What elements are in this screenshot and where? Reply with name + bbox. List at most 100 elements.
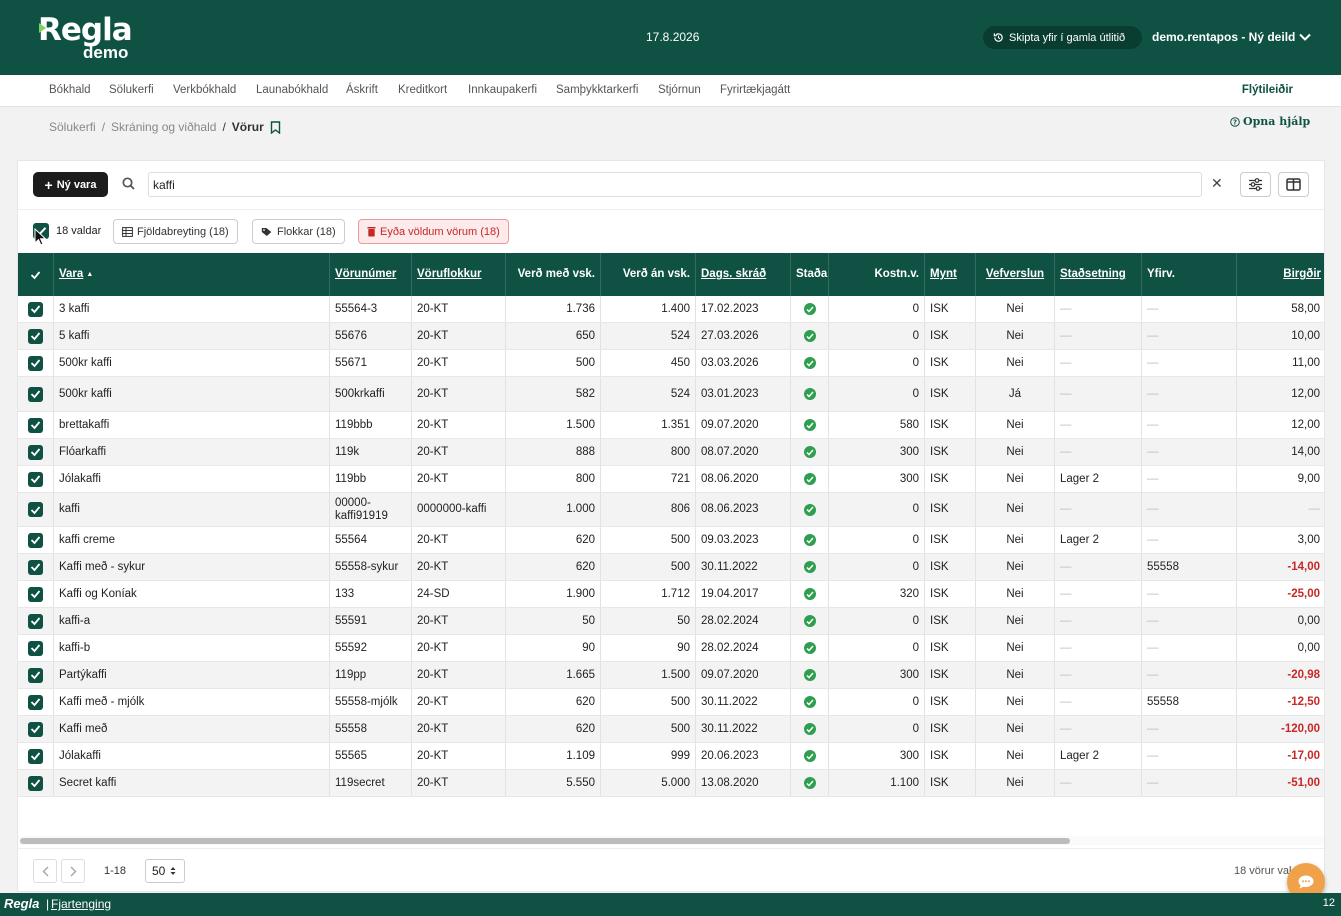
checkbox-checked[interactable] [28, 775, 43, 791]
cell-name[interactable]: Secret kaffi [54, 770, 330, 796]
table-row[interactable]: brettakaffi 119bbb 20-KT 1.500 1.351 09.07.20… [18, 412, 1324, 439]
column-header-price-vat[interactable]: Verð með vsk. [506, 253, 601, 296]
columns-toggle-button[interactable] [1278, 172, 1309, 197]
checkbox-checked[interactable] [28, 721, 43, 737]
checkbox-checked[interactable] [28, 301, 43, 317]
nav-item-verkbokhald[interactable]: Verkbókhald [173, 84, 236, 96]
cell-name[interactable]: brettakaffi [54, 412, 330, 438]
row-checkbox[interactable] [18, 412, 54, 438]
checkbox-checked[interactable] [28, 502, 43, 517]
cell-name[interactable]: kaffi creme [54, 527, 330, 553]
column-header-date[interactable]: Dags. skráð [696, 253, 791, 296]
checkbox-checked[interactable] [28, 417, 43, 433]
nav-item-samthykktarkerfi[interactable]: Samþykktarkerfi [556, 84, 638, 96]
table-row[interactable]: kaffi-b 55592 20-KT 90 90 28.02.2024 0 ISK Nei — —… [18, 635, 1324, 662]
column-header-webshop[interactable]: Vefverslun [976, 253, 1055, 296]
breadcrumb-item[interactable]: Sölukerfi [49, 120, 96, 134]
column-header-vara[interactable]: Vara ▲ [54, 253, 330, 296]
row-checkbox[interactable] [18, 439, 54, 465]
row-checkbox[interactable] [18, 635, 54, 661]
cell-name[interactable]: Jólakaffi [54, 743, 330, 769]
checkbox-checked[interactable] [28, 532, 43, 548]
table-row[interactable]: 500kr kaffi 500krkaffi 20-KT 582 524 03.01.20… [18, 377, 1324, 412]
table-row[interactable]: Kaffi og Koníak 133 24-SD 1.900 1.712 19.04.2… [18, 581, 1324, 608]
help-link[interactable]: ? Opna hjálp [1230, 115, 1310, 128]
row-checkbox[interactable] [18, 377, 54, 411]
row-checkbox[interactable] [18, 323, 54, 349]
switch-legacy-button[interactable]: Skipta yfir í gamla útlitið [983, 26, 1142, 49]
table-row[interactable]: kaffi-a 55591 20-KT 50 50 28.02.2024 0 ISK Nei — —… [18, 608, 1324, 635]
cell-name[interactable]: Kaffi og Koníak [54, 581, 330, 607]
nav-item-bokhald[interactable]: Bókhald [49, 84, 91, 96]
remote-connection-link[interactable]: Fjartenging [51, 897, 111, 911]
row-checkbox[interactable] [18, 527, 54, 553]
table-row[interactable]: kaffi 00000-kaffi91919 0000000-kaffi 1.000 8… [18, 493, 1324, 527]
checkbox-checked[interactable] [28, 386, 43, 402]
shortcuts-link[interactable]: Flýtileiðir [1242, 84, 1293, 96]
clear-search-icon[interactable]: ✕ [1211, 175, 1223, 192]
row-checkbox[interactable] [18, 743, 54, 769]
checkbox-checked[interactable] [28, 748, 43, 764]
row-checkbox[interactable] [18, 608, 54, 634]
row-checkbox[interactable] [18, 770, 54, 796]
new-product-button[interactable]: + Ný vara [33, 172, 108, 197]
column-header-location[interactable]: Staðsetning [1055, 253, 1142, 296]
column-header-parent[interactable]: Yfirv. [1142, 253, 1237, 296]
row-checkbox[interactable] [18, 689, 54, 715]
row-checkbox[interactable] [18, 554, 54, 580]
prev-page-button[interactable] [33, 859, 57, 883]
column-header-status[interactable]: Staða [791, 253, 829, 296]
checkbox-checked[interactable] [28, 667, 43, 683]
cell-name[interactable]: 5 kaffi [54, 323, 330, 349]
search-input[interactable] [148, 172, 1202, 197]
next-page-button[interactable] [61, 859, 85, 883]
table-row[interactable]: Secret kaffi 119secret 20-KT 5.550 5.000 13.0… [18, 770, 1324, 797]
table-row[interactable]: Kaffi með - sykur 55558-sykur 20-KT 620 500 3… [18, 554, 1324, 581]
column-header-price[interactable]: Verð án vsk. [601, 253, 696, 296]
table-row[interactable]: kaffi creme 55564 20-KT 620 500 09.03.2023 0 IS… [18, 527, 1324, 554]
cell-name[interactable]: Kaffi með - mjólk [54, 689, 330, 715]
table-row[interactable]: Jólakaffi 119bb 20-KT 800 721 08.06.2020 300 IS… [18, 466, 1324, 493]
table-row[interactable]: 500kr kaffi 55671 20-KT 500 450 03.03.2026 0 IS… [18, 350, 1324, 377]
table-row[interactable]: Kaffi með - mjólk 55558-mjólk 20-KT 620 500 3… [18, 689, 1324, 716]
bookmark-icon[interactable] [270, 120, 281, 134]
cell-name[interactable]: Partýkaffi [54, 662, 330, 688]
cell-name[interactable]: Flóarkaffi [54, 439, 330, 465]
checkbox-checked[interactable] [28, 471, 43, 487]
column-header-currency[interactable]: Mynt [925, 253, 976, 296]
filter-settings-button[interactable] [1240, 172, 1271, 197]
categories-button[interactable]: Flokkar (18) [252, 219, 345, 244]
nav-item-fyrirtaekjagatt[interactable]: Fyrirtækjagátt [720, 84, 790, 96]
row-checkbox[interactable] [18, 581, 54, 607]
checkbox-checked[interactable] [28, 586, 43, 602]
nav-item-stjornun[interactable]: Stjórnun [658, 84, 701, 96]
nav-item-solukerfi[interactable]: Sölukerfi [109, 84, 154, 96]
checkbox-checked[interactable] [28, 444, 43, 460]
column-header-stock[interactable]: Birgðir [1237, 253, 1324, 296]
table-row[interactable]: Kaffi með 55558 20-KT 620 500 30.11.2022 0 ISK N… [18, 716, 1324, 743]
page-size-select[interactable]: 50 [145, 859, 185, 883]
table-row[interactable]: Jólakaffi 55565 20-KT 1.109 999 20.06.2023 300… [18, 743, 1324, 770]
cell-name[interactable]: 500kr kaffi [54, 350, 330, 376]
delete-selected-button[interactable]: Eyða völdum vörum (18) [358, 219, 509, 244]
checkbox-checked[interactable] [28, 328, 43, 344]
horizontal-scrollbar[interactable] [18, 836, 1324, 845]
cell-name[interactable]: 3 kaffi [54, 296, 330, 322]
table-row[interactable]: Partýkaffi 119pp 20-KT 1.665 1.500 09.07.2020… [18, 662, 1324, 689]
company-selector[interactable]: demo.rentapos - Ný deild [1152, 30, 1312, 44]
nav-item-launabokhald[interactable]: Launabókhald [256, 84, 328, 96]
cell-name[interactable]: Kaffi með [54, 716, 330, 742]
nav-item-askrift[interactable]: Áskrift [346, 84, 378, 96]
row-checkbox[interactable] [18, 493, 54, 526]
column-header-category[interactable]: Vöruflokkur [412, 253, 506, 296]
breadcrumb-item[interactable]: Skráning og viðhald [111, 120, 216, 134]
cell-name[interactable]: kaffi-a [54, 608, 330, 634]
table-row[interactable]: 3 kaffi 55564-3 20-KT 1.736 1.400 17.02.2023 0… [18, 296, 1324, 323]
cell-name[interactable]: kaffi-b [54, 635, 330, 661]
cell-name[interactable]: 500kr kaffi [54, 377, 330, 411]
column-header-cost[interactable]: Kostn.v. [829, 253, 925, 296]
table-row[interactable]: 5 kaffi 55676 20-KT 650 524 27.03.2026 0 ISK Nei… [18, 323, 1324, 350]
checkbox-checked[interactable] [28, 613, 43, 629]
regla-logo[interactable]: Regla demo [38, 14, 133, 62]
nav-item-kreditkort[interactable]: Kreditkort [398, 84, 447, 96]
